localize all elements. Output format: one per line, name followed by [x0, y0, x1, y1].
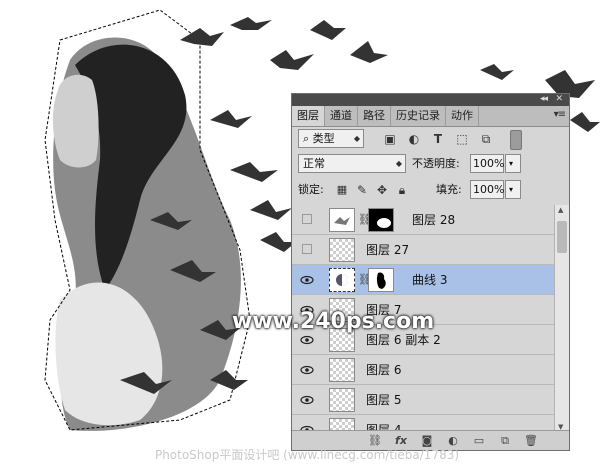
blend-mode-value: 正常 [303, 157, 325, 170]
fill-input[interactable]: 100% [470, 180, 504, 199]
eye-icon[interactable] [300, 393, 314, 407]
layer-mask-thumbnail[interactable] [368, 268, 394, 292]
seagull-thumb-icon [334, 217, 350, 225]
layer-row[interactable]: 图层 27 [292, 235, 554, 265]
lock-label: 锁定: [298, 183, 324, 196]
layers-scrollbar[interactable]: ▲ ▼ [554, 205, 569, 432]
lock-row: 锁定: ▦ ✎ ✥ 🔒︎ 填充: 100% ▾ [292, 180, 569, 202]
collapse-icon[interactable]: ◂◂ [540, 93, 548, 105]
mask-shape-icon [377, 218, 391, 228]
image-filter-icon[interactable]: ▣ [382, 131, 398, 147]
layer-row[interactable]: ⛓︎ 图层 28 [292, 205, 554, 235]
layer-mask-thumbnail[interactable] [368, 208, 394, 232]
eye-icon[interactable] [300, 273, 314, 287]
tab-actions[interactable]: 动作 [446, 106, 479, 126]
mask-shape-icon [376, 272, 386, 289]
lock-transparent-icon[interactable]: ▦ [334, 182, 350, 198]
layers-panel: ◂◂ ✕ 图层 通道 路径 历史记录 动作 ▾≡ ⌕ 类型 ◆ ▣ ◐ T ⬚ … [291, 93, 570, 451]
curves-adjust-icon [336, 274, 348, 286]
layer-name: 图层 27 [366, 243, 410, 257]
shape-filter-icon[interactable]: ⬚ [454, 131, 470, 147]
fill-label: 填充: [436, 183, 462, 196]
eye-icon[interactable] [300, 333, 314, 347]
layer-thumbnail [329, 238, 355, 262]
adjust-filter-icon[interactable]: ◐ [406, 131, 422, 147]
tab-paths[interactable]: 路径 [358, 106, 391, 126]
fill-dropdown[interactable]: ▾ [505, 180, 521, 199]
watermark-text: www.240ps.com [232, 309, 435, 334]
layer-thumbnail [329, 388, 355, 412]
visibility-toggle[interactable] [302, 244, 312, 254]
blend-mode-select[interactable]: 正常 ◆ [298, 154, 406, 173]
search-icon: ⌕ [303, 132, 310, 145]
lock-move-icon[interactable]: ✥ [374, 182, 390, 198]
toggle-filter-icon[interactable] [510, 130, 522, 150]
layer-name: 曲线 3 [412, 273, 448, 287]
panel-menu-icon[interactable]: ▾≡ [554, 109, 566, 120]
opacity-input[interactable]: 100% [470, 154, 504, 173]
opacity-label: 不透明度: [412, 157, 460, 170]
layer-thumbnail [329, 208, 355, 232]
footer-credit: PhotoShop平面设计吧 (www.linecg.com/tieba/178… [154, 448, 460, 462]
visibility-toggle[interactable] [302, 214, 312, 224]
scroll-up-icon[interactable]: ▲ [558, 206, 563, 214]
layer-name: 图层 5 [366, 393, 402, 407]
face [52, 74, 99, 168]
layer-row[interactable]: 图层 6 [292, 355, 554, 385]
smart-filter-icon[interactable]: ⧉ [478, 131, 494, 147]
opacity-dropdown[interactable]: ▾ [505, 154, 521, 173]
chevron-down-icon: ◆ [395, 159, 402, 168]
panel-tabs: 图层 通道 路径 历史记录 动作 [292, 106, 569, 127]
layer-name: 图层 28 [412, 213, 456, 227]
type-filter-icon[interactable]: T [430, 131, 446, 147]
adjustment-thumbnail [329, 268, 355, 292]
panel-titlebar[interactable]: ◂◂ ✕ [292, 94, 569, 106]
filter-kind-label: 类型 [312, 132, 335, 145]
chevron-down-icon: ◆ [353, 134, 360, 143]
lock-all-icon[interactable]: 🔒︎ [394, 182, 410, 198]
blend-row: 正常 ◆ 不透明度: 100% ▾ [292, 154, 569, 176]
tab-layers[interactable]: 图层 [292, 106, 325, 126]
layer-row[interactable]: 图层 5 [292, 385, 554, 415]
scroll-thumb[interactable] [557, 221, 567, 253]
layer-thumbnail [329, 358, 355, 382]
filter-kind-select[interactable]: ⌕ 类型 ◆ [298, 129, 364, 148]
layer-row-selected[interactable]: ⛓︎ 曲线 3 [292, 265, 554, 295]
tab-history[interactable]: 历史记录 [391, 106, 446, 126]
filter-row: ⌕ 类型 ◆ ▣ ◐ T ⬚ ⧉ [292, 128, 569, 150]
layer-name: 图层 6 [366, 363, 402, 377]
close-icon[interactable]: ✕ [555, 93, 563, 105]
tab-channels[interactable]: 通道 [325, 106, 358, 126]
lock-paint-icon[interactable]: ✎ [354, 182, 370, 198]
eye-icon[interactable] [300, 363, 314, 377]
